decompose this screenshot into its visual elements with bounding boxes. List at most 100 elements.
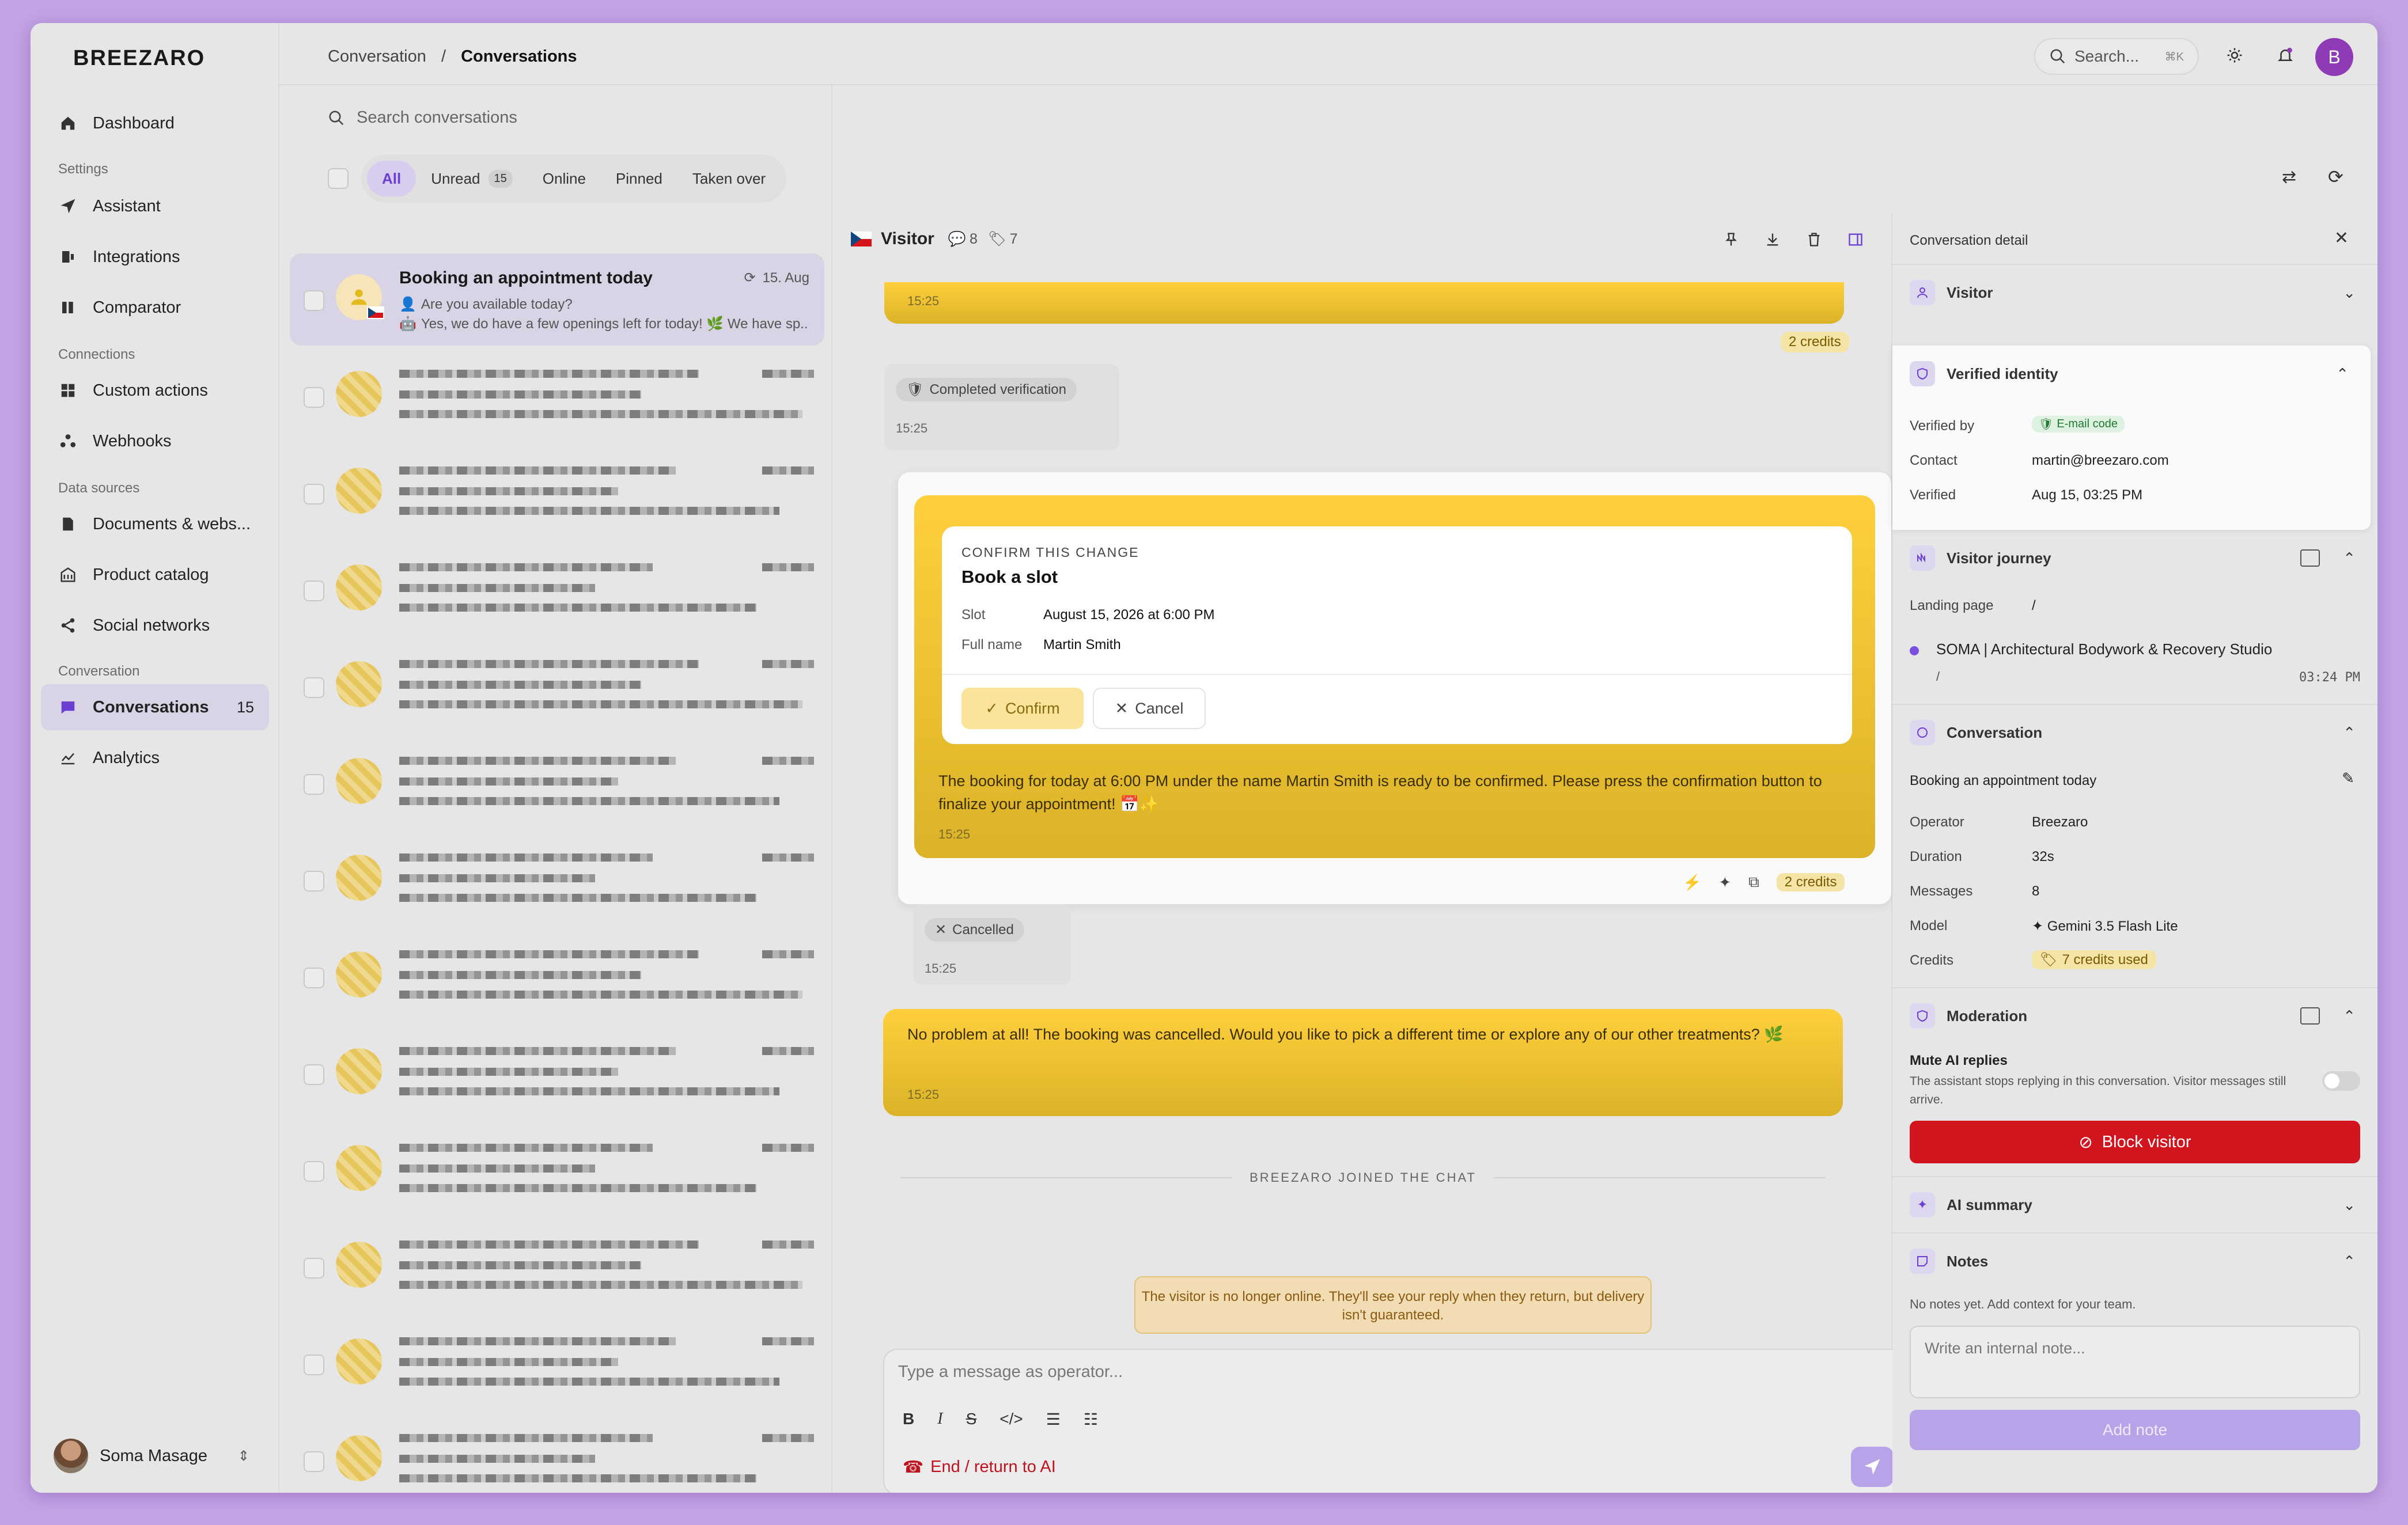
row-checkbox[interactable] xyxy=(304,968,324,988)
strikethrough-icon[interactable]: S xyxy=(966,1410,977,1429)
model-label: Model xyxy=(1910,918,1948,934)
landing-page-label: Landing page xyxy=(1910,598,1994,613)
confirm-title: Book a slot xyxy=(961,567,1058,587)
split-view-icon[interactable] xyxy=(2300,549,2320,567)
close-icon[interactable]: ✕ xyxy=(2334,228,2349,248)
panel-toggle-icon[interactable] xyxy=(1843,227,1868,252)
refresh-icon[interactable]: ⟳ xyxy=(2328,166,2343,188)
row-checkbox[interactable] xyxy=(304,387,324,408)
sidebar-item-documents[interactable]: Documents & webs... xyxy=(41,501,269,547)
split-view-icon[interactable] xyxy=(2300,1007,2320,1025)
list-item-redacted[interactable] xyxy=(290,1124,824,1216)
bullet-list-icon[interactable]: ☰ xyxy=(1046,1410,1061,1429)
sidebar-item-product-catalog[interactable]: Product catalog xyxy=(41,552,269,598)
add-note-button[interactable]: Add note xyxy=(1910,1410,2360,1450)
send-button[interactable] xyxy=(1851,1447,1894,1487)
list-item-redacted[interactable] xyxy=(290,640,824,733)
italic-icon[interactable]: I xyxy=(937,1410,942,1429)
copy-icon[interactable]: ⧉ xyxy=(1748,873,1759,892)
notes-empty-text: No notes yet. Add context for your team. xyxy=(1910,1297,2136,1311)
sparkle-icon[interactable]: ✦ xyxy=(1718,874,1731,892)
section-visitor[interactable]: Visitor ⌄ xyxy=(1892,264,2377,320)
download-icon[interactable] xyxy=(1760,227,1785,252)
account-avatar[interactable]: B xyxy=(2315,38,2353,76)
list-item-redacted[interactable] xyxy=(290,1414,824,1493)
row-checkbox[interactable] xyxy=(304,1451,324,1472)
sidebar-item-custom-actions[interactable]: Custom actions xyxy=(41,367,269,414)
cancel-button[interactable]: ✕ Cancel xyxy=(1093,688,1206,729)
pin-icon[interactable] xyxy=(1718,227,1744,252)
global-search[interactable]: Search... ⌘K xyxy=(2034,38,2199,75)
row-checkbox[interactable] xyxy=(304,1064,324,1085)
block-visitor-button[interactable]: ⊘ Block visitor xyxy=(1910,1121,2360,1163)
message-composer[interactable]: Type a message as operator... B I S </> … xyxy=(883,1349,1905,1493)
end-return-to-ai-button[interactable]: ☎ End / return to AI xyxy=(903,1457,1056,1477)
list-item-redacted[interactable] xyxy=(290,1318,824,1410)
send-icon xyxy=(1864,1459,1880,1475)
list-item-redacted[interactable] xyxy=(290,447,824,539)
breadcrumb-parent[interactable]: Conversation xyxy=(328,47,426,66)
sidebar-item-webhooks[interactable]: Webhooks xyxy=(41,418,269,464)
numbered-list-icon[interactable]: ☷ xyxy=(1084,1410,1098,1429)
row-checkbox[interactable] xyxy=(304,581,324,601)
joined-divider: BREEZARO JOINED THE CHAT xyxy=(883,1170,1843,1185)
landing-page-value: / xyxy=(2032,598,2036,613)
list-item-redacted[interactable] xyxy=(290,834,824,926)
section-connections: Connections xyxy=(58,347,135,362)
row-checkbox[interactable] xyxy=(304,1258,324,1279)
confirm-button[interactable]: ✓ Confirm xyxy=(961,688,1084,729)
row-checkbox[interactable] xyxy=(304,484,324,504)
filter-settings-icon[interactable]: ⇄ xyxy=(2282,167,2296,187)
filter-online[interactable]: Online xyxy=(528,161,601,196)
journey-page-title[interactable]: SOMA | Architectural Bodywork & Recovery… xyxy=(1936,640,2272,658)
redacted-text xyxy=(399,1164,595,1173)
sidebar-item-conversations[interactable]: Conversations 15 xyxy=(41,684,269,730)
section-notes[interactable]: Notes ⌃ xyxy=(1892,1232,2377,1289)
user-menu[interactable]: Soma Masage ⇕ xyxy=(54,1435,261,1477)
sidebar-item-integrations[interactable]: Integrations xyxy=(41,234,269,280)
section-verified-identity[interactable]: Verified identity ⌃ xyxy=(1892,346,2371,402)
list-item-redacted[interactable] xyxy=(290,737,824,829)
note-input[interactable]: Write an internal note... xyxy=(1910,1326,2360,1398)
list-item-redacted[interactable] xyxy=(290,1027,824,1120)
redacted-avatar xyxy=(336,564,382,610)
row-date: ⟳ 15. Aug xyxy=(744,270,809,286)
code-icon[interactable]: </> xyxy=(999,1410,1023,1429)
theme-toggle-icon[interactable] xyxy=(2222,43,2247,68)
filter-pinned[interactable]: Pinned xyxy=(601,161,677,196)
section-conversation[interactable]: Conversation ⌃ xyxy=(1892,704,2377,760)
conversation-search-placeholder: Search conversations xyxy=(357,108,517,127)
select-all-checkbox[interactable] xyxy=(328,168,349,189)
row-checkbox[interactable] xyxy=(304,871,324,892)
list-item-redacted[interactable] xyxy=(290,931,824,1023)
bold-icon[interactable]: B xyxy=(903,1410,914,1429)
mute-ai-toggle[interactable] xyxy=(2322,1071,2360,1091)
sidebar-item-comparator[interactable]: Comparator xyxy=(41,284,269,331)
lightning-icon[interactable]: ⚡ xyxy=(1683,874,1701,892)
row-checkbox[interactable] xyxy=(304,677,324,698)
sidebar-item-analytics[interactable]: Analytics xyxy=(41,735,269,781)
bell-icon[interactable] xyxy=(2273,43,2298,68)
list-item-redacted[interactable] xyxy=(290,1221,824,1313)
list-item[interactable]: Booking an appointment today ⟳ 15. Aug 👤 A… xyxy=(290,253,824,346)
row-checkbox[interactable] xyxy=(304,290,324,311)
sort-icon[interactable] xyxy=(457,183,482,208)
filter-all[interactable]: All xyxy=(367,161,417,196)
list-item-redacted[interactable] xyxy=(290,350,824,442)
edit-icon[interactable]: ✎ xyxy=(2342,769,2354,787)
czech-flag-icon xyxy=(851,232,872,246)
filter-taken-over[interactable]: Taken over xyxy=(677,161,781,196)
row-checkbox[interactable] xyxy=(304,774,324,795)
sidebar-item-dashboard[interactable]: Dashboard xyxy=(41,100,269,146)
trash-icon[interactable] xyxy=(1801,227,1827,252)
list-item-redacted[interactable] xyxy=(290,544,824,636)
section-moderation[interactable]: Moderation ⌃ xyxy=(1892,987,2377,1044)
section-ai-summary[interactable]: ✦ AI summary ⌄ xyxy=(1892,1176,2377,1232)
composer-input[interactable]: Type a message as operator... xyxy=(898,1363,1123,1382)
conversation-search[interactable]: Search conversations xyxy=(328,108,517,127)
sidebar-item-social-networks[interactable]: Social networks xyxy=(41,602,269,648)
row-checkbox[interactable] xyxy=(304,1161,324,1182)
sidebar-item-assistant[interactable]: Assistant xyxy=(41,183,269,229)
section-visitor-journey[interactable]: Visitor journey ⌃ xyxy=(1892,530,2377,586)
row-checkbox[interactable] xyxy=(304,1355,324,1375)
